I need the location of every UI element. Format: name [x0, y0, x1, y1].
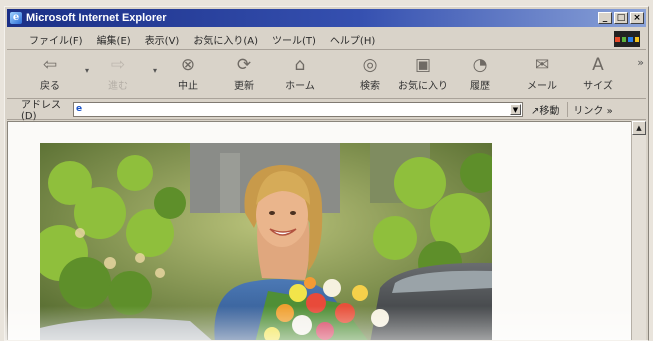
minimize-button[interactable]: _ [598, 12, 612, 24]
forward-label: 進む [108, 81, 128, 92]
title-bar[interactable]: e Microsoft Internet Explorer _ □ × [7, 9, 646, 27]
windows-logo-icon [614, 31, 640, 47]
menu-edit[interactable]: 編集(E) [97, 32, 131, 47]
refresh-label: 更新 [234, 81, 254, 92]
menu-file[interactable]: ファイル(F) [29, 32, 83, 47]
menu-bar: ファイル(F) 編集(E) 表示(V) お気に入り(A) ツール(T) ヘルプ(… [7, 29, 646, 50]
menu-favorites[interactable]: お気に入り(A) [193, 32, 258, 47]
size-label: サイズ [583, 81, 613, 92]
history-button[interactable]: ◔ 履歴 [457, 54, 503, 92]
close-button[interactable]: × [630, 12, 644, 24]
font-size-icon: A [592, 55, 604, 75]
back-label: 戻る [40, 81, 60, 92]
back-dropdown[interactable]: ▾ [85, 66, 89, 75]
history-label: 履歴 [470, 81, 490, 92]
page-content [7, 121, 632, 340]
maximize-button[interactable]: □ [614, 12, 628, 24]
address-dropdown-button[interactable]: ▼ [510, 103, 521, 115]
go-label: 移動 [539, 105, 560, 117]
menu-tools[interactable]: ツール(T) [272, 32, 316, 47]
arrow-right-icon: ⇨ [110, 55, 126, 75]
stop-label: 中止 [178, 81, 198, 92]
arrow-left-icon: ⇦ [42, 55, 58, 75]
hero-photo [40, 143, 492, 340]
refresh-button[interactable]: ⟳ 更新 [221, 54, 267, 92]
stop-button[interactable]: ⊗ 中止 [165, 54, 211, 92]
home-button[interactable]: ⌂ ホーム [277, 54, 323, 92]
menu-view[interactable]: 表示(V) [145, 32, 180, 47]
forward-dropdown[interactable]: ▾ [153, 66, 157, 75]
search-label: 検索 [360, 81, 380, 92]
go-button[interactable]: ↗移動 [531, 102, 559, 117]
address-label: アドレス(D) [21, 100, 61, 122]
search-icon: ◎ [362, 55, 378, 75]
home-label: ホーム [285, 81, 315, 92]
search-button[interactable]: ◎ 検索 [347, 54, 393, 92]
mail-label: メール [527, 81, 557, 92]
scroll-up-arrow-icon[interactable]: ▲ [632, 121, 646, 135]
home-icon: ⌂ [294, 55, 306, 75]
mail-button[interactable]: ✉ メール [519, 54, 565, 92]
vertical-scrollbar[interactable]: ▲ [631, 121, 646, 340]
favorites-button[interactable]: ▣ お気に入り [397, 54, 449, 92]
links-button[interactable]: リンク » [567, 101, 613, 117]
toolbar-overflow-button[interactable]: » [637, 56, 644, 69]
mail-icon: ✉ [534, 55, 550, 75]
history-icon: ◔ [472, 55, 488, 75]
font-size-button[interactable]: A サイズ [575, 54, 621, 92]
address-bar: アドレス(D) e ▼ ↗移動 リンク » [7, 99, 646, 122]
ie-logo-icon: e [10, 12, 22, 24]
address-field[interactable]: e ▼ [73, 101, 523, 117]
back-button[interactable]: ⇦ 戻る [27, 54, 73, 92]
favorites-label: お気に入り [398, 81, 448, 92]
browser-window: e Microsoft Internet Explorer _ □ × ファイル… [4, 6, 649, 341]
address-input[interactable] [88, 102, 498, 116]
page-icon: e [76, 103, 83, 114]
forward-button[interactable]: ⇨ 進む [95, 54, 141, 92]
stop-icon: ⊗ [180, 55, 196, 75]
window-title: Microsoft Internet Explorer [26, 12, 167, 24]
standard-toolbar: ⇦ 戻る ▾ ⇨ 進む ▾ ⊗ 中止 ⟳ 更新 ⌂ ホーム ◎ 検索 ▣ お気に… [7, 50, 646, 99]
favorites-icon: ▣ [414, 55, 432, 75]
menu-help[interactable]: ヘルプ(H) [330, 32, 375, 47]
refresh-icon: ⟳ [236, 55, 252, 75]
